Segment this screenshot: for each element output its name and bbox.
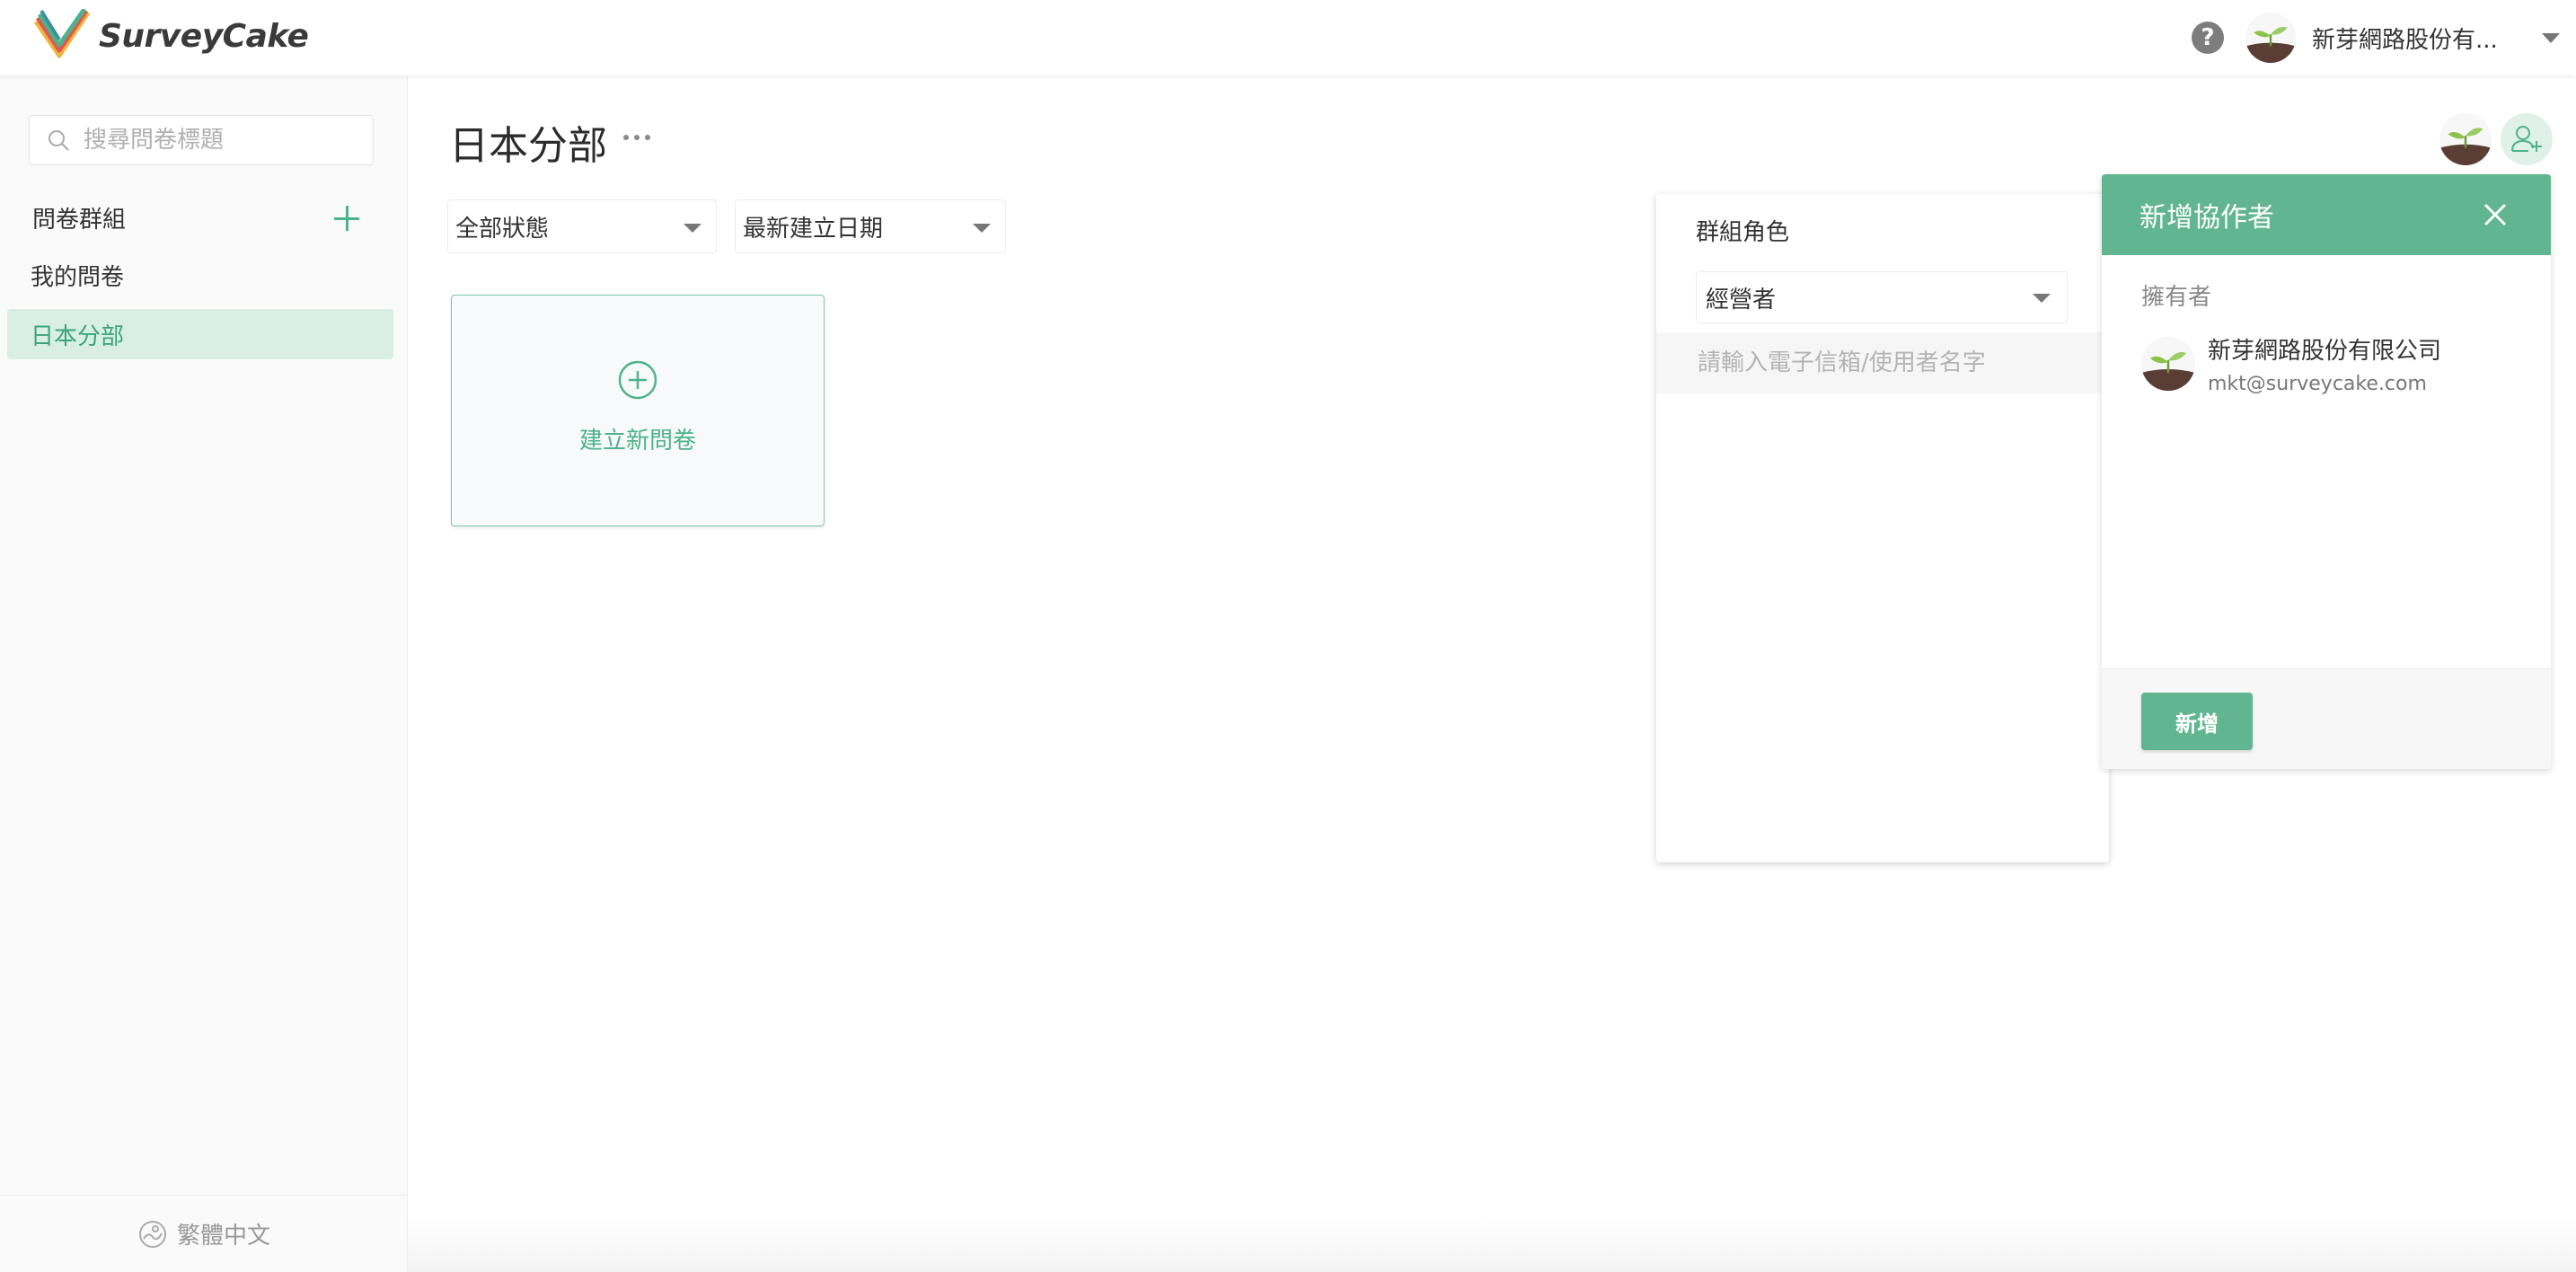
top-header: SurveyCake ? 新芽網路股份有... (0, 0, 2576, 75)
search-box[interactable] (29, 115, 374, 165)
collaborator-email-input[interactable] (1696, 349, 2091, 377)
create-survey-label: 建立新問卷 (578, 427, 696, 455)
sidebar: 問卷群組 我的問卷 日本分部 繁體中文 (0, 75, 408, 1272)
owner-row: 新芽網路股份有限公司 mkt@surveycake.com (2141, 332, 2441, 395)
sort-filter-select[interactable]: 最新建立日期 (735, 199, 1006, 253)
more-options-icon[interactable] (623, 135, 650, 140)
search-icon (49, 130, 69, 151)
language-switch[interactable]: 繁體中文 (0, 1195, 408, 1272)
account-menu[interactable]: 新芽網路股份有... (2245, 13, 2560, 63)
add-user-icon (2511, 126, 2542, 152)
create-survey-card[interactable]: 建立新問卷 (451, 295, 825, 526)
caret-down-icon (684, 224, 701, 233)
caret-down-icon (2033, 294, 2051, 303)
collaborator-email-field[interactable] (1656, 332, 2109, 393)
globe-icon (138, 1220, 166, 1248)
logo-text: SurveyCake (99, 17, 309, 55)
user-avatar (2245, 13, 2296, 63)
dot (634, 135, 640, 140)
surveycake-logo-icon (33, 9, 91, 58)
add-group-icon[interactable] (332, 204, 361, 233)
status-filter-select[interactable]: 全部狀態 (447, 199, 717, 253)
close-icon (2483, 203, 2507, 226)
status-filter-value: 全部狀態 (455, 215, 550, 243)
add-collaborator-button[interactable] (2501, 113, 2553, 165)
survey-group-header: 問卷群組 (32, 201, 361, 234)
group-role-panel: 群組角色 經營者 (1656, 194, 2109, 862)
sort-filter-value: 最新建立日期 (743, 215, 884, 243)
owner-email: mkt@surveycake.com (2208, 373, 2427, 395)
owner-avatar (2141, 337, 2195, 391)
sidebar-item-my-surveys[interactable]: 我的問卷 (7, 250, 393, 300)
search-input[interactable] (82, 126, 360, 155)
survey-group-title: 問卷群組 (32, 207, 127, 234)
owner-label: 擁有者 (2141, 284, 2212, 311)
add-collaborator-panel: 新增協作者 擁有者 新芽網路股份有限公司 mkt@surveycake.com … (2102, 174, 2551, 769)
page-title: 日本分部 (449, 123, 607, 169)
collab-panel-header: 新增協作者 (2102, 174, 2551, 255)
role-select-value: 經營者 (1706, 286, 1777, 314)
sprout-avatar-icon (2245, 13, 2296, 63)
sidebar-item-japan-branch[interactable]: 日本分部 (7, 309, 393, 359)
language-label: 繁體中文 (176, 1223, 270, 1250)
add-button[interactable]: 新增 (2141, 693, 2253, 750)
dot (645, 135, 650, 140)
collab-panel-footer: 新增 (2102, 668, 2551, 769)
caret-down-icon (973, 224, 991, 233)
group-role-label: 群組角色 (1696, 219, 1790, 246)
bottom-fade (408, 1218, 2576, 1272)
sprout-avatar-icon (2439, 113, 2492, 165)
chevron-down-icon[interactable] (2542, 32, 2560, 43)
logo[interactable]: SurveyCake (32, 9, 309, 63)
owner-info: 新芽網路股份有限公司 mkt@surveycake.com (2208, 332, 2441, 395)
dot (623, 135, 629, 140)
sprout-avatar-icon (2141, 337, 2195, 391)
sidebar-item-label: 日本分部 (31, 322, 125, 350)
account-name: 新芽網路股份有... (2312, 26, 2498, 54)
collab-panel-title: 新增協作者 (2139, 202, 2274, 234)
close-button[interactable] (2481, 200, 2510, 229)
owner-name: 新芽網路股份有限公司 (2208, 338, 2442, 365)
role-select[interactable]: 經營者 (1696, 271, 2068, 323)
plus-circle-icon (618, 360, 657, 399)
sidebar-item-label: 我的問卷 (31, 263, 125, 291)
help-icon[interactable]: ? (2192, 22, 2224, 54)
collaborator-avatar[interactable] (2439, 113, 2492, 165)
